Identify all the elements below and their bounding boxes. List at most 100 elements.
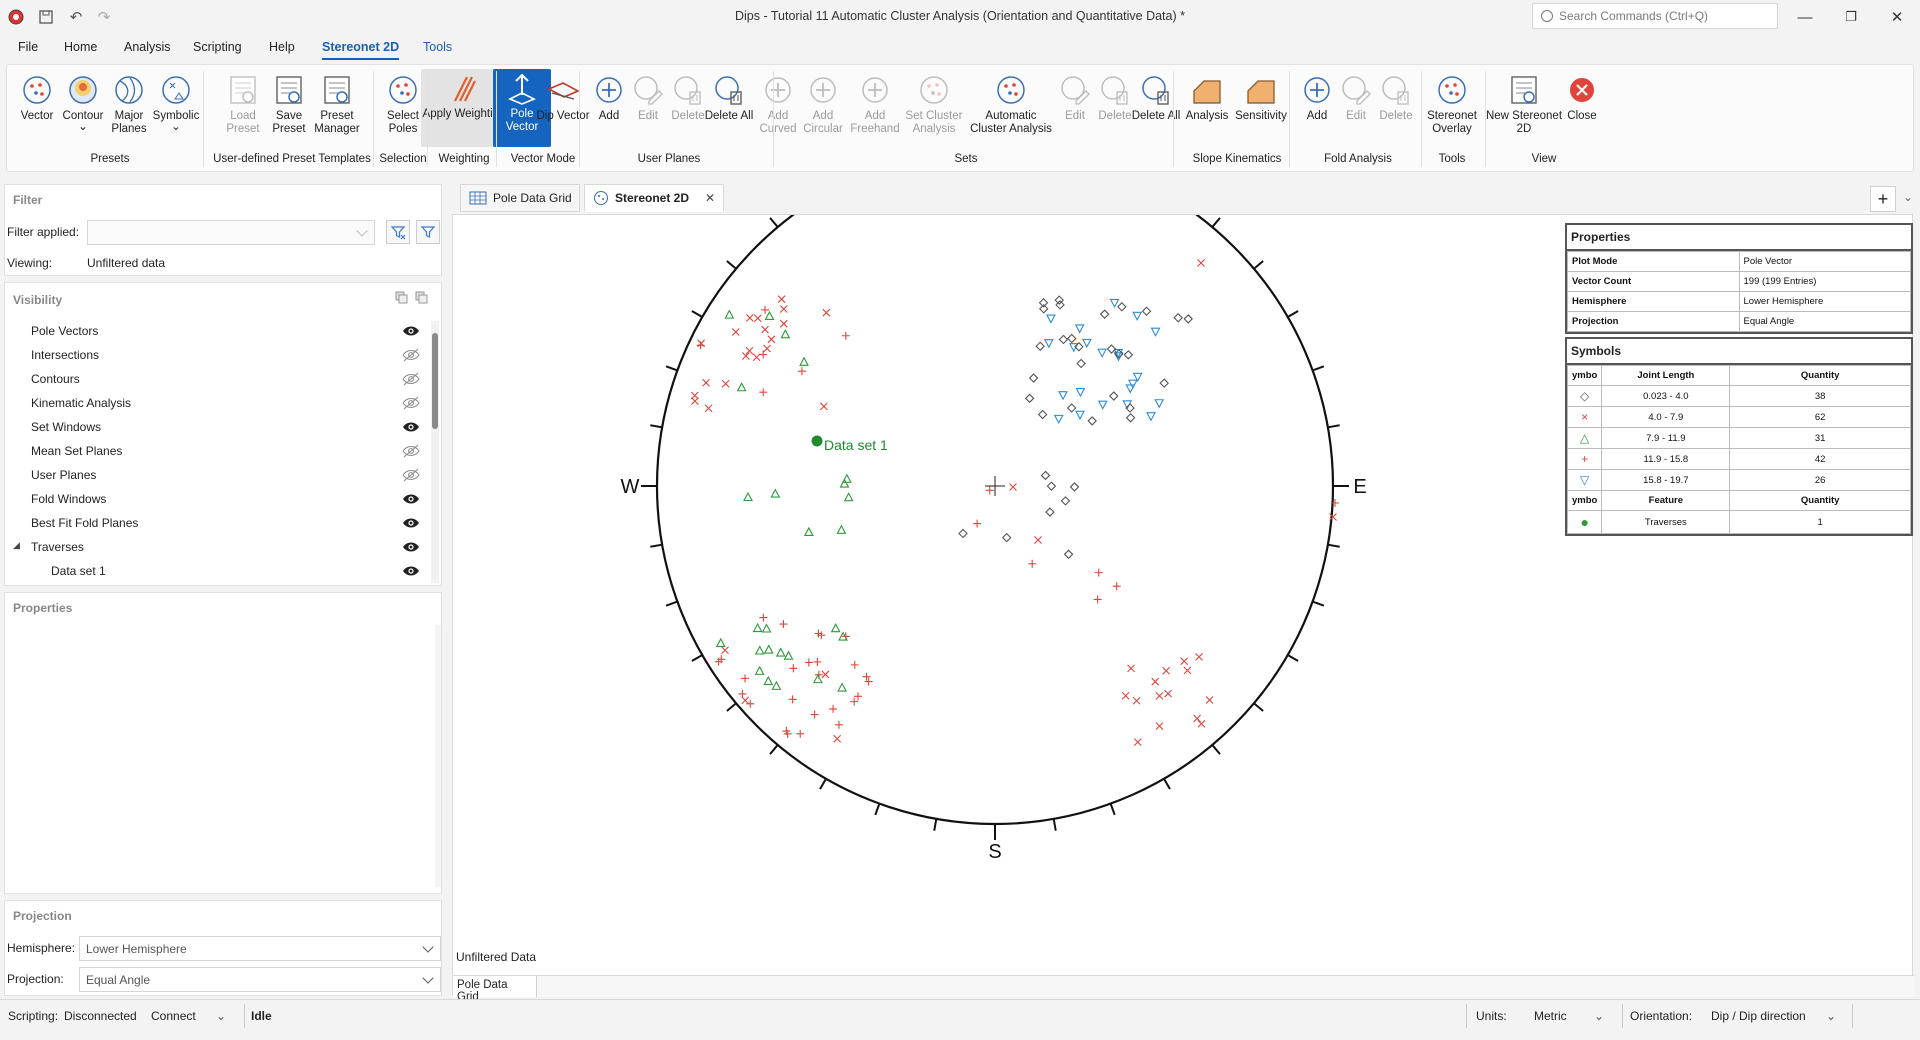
menu-analysis[interactable]: Analysis	[124, 40, 171, 54]
menu-tools[interactable]: Tools	[423, 40, 452, 54]
eye-icon[interactable]	[402, 516, 420, 530]
new-tab-button[interactable]: +	[1870, 186, 1896, 212]
dip-vector-icon	[547, 82, 580, 100]
dip-vector-button[interactable]: Dip Vector	[534, 73, 592, 123]
visibility-item-intersections[interactable]: Intersections	[5, 343, 425, 367]
visibility-item-set-windows[interactable]: Set Windows	[5, 415, 425, 439]
pole-symbol	[1058, 334, 1069, 345]
contour-button[interactable]: Contour ⌄	[61, 73, 105, 133]
pole-symbol	[741, 674, 750, 683]
visibility-item-data-set-1[interactable]: Data set 1	[5, 559, 425, 583]
symbols-row: ▽ 15.8 - 19.7 26	[1566, 469, 1911, 491]
stereonet-view[interactable]: NSEWData set 1 Unfiltered Data Pole Data…	[452, 214, 1914, 1003]
minimize-button[interactable]: —	[1782, 0, 1828, 34]
center-crosshair	[985, 476, 1005, 496]
visibility-item-label: Contours	[31, 372, 80, 386]
preset-manager-button[interactable]: Preset Manager	[308, 73, 366, 136]
tab-pole-data-grid[interactable]: Pole Data Grid	[460, 184, 580, 212]
tab-stereonet-2d[interactable]: Stereonet 2D ✕	[584, 184, 724, 212]
set-cluster-analysis-button[interactable]: Set Cluster Analysis	[891, 73, 977, 136]
properties-scrollbar[interactable]	[435, 625, 441, 887]
button-label: Preset Manager	[314, 110, 360, 135]
pole-symbol	[797, 367, 806, 376]
delete-all-button[interactable]: Delete All	[1127, 73, 1185, 123]
symbol-glyph: ×	[1566, 406, 1603, 428]
visibility-item-mean-set-planes[interactable]: Mean Set Planes	[5, 439, 425, 463]
filter-button[interactable]	[416, 220, 440, 244]
expand-triangle-icon[interactable]: ◢	[13, 540, 20, 551]
add-button[interactable]: Add	[587, 73, 631, 123]
add-button[interactable]: Add	[1295, 73, 1339, 123]
edit-button[interactable]: Edit	[1053, 73, 1097, 123]
search-commands-input[interactable]: Search Commands (Ctrl+Q)	[1532, 3, 1778, 29]
major-planes-button[interactable]: Major Planes	[100, 73, 158, 136]
eye-icon[interactable]	[402, 324, 420, 338]
pole-symbol	[1046, 481, 1057, 491]
hemisphere-dropdown[interactable]: Lower Hemisphere	[79, 936, 441, 961]
orientation-dropdown[interactable]: Dip / Dip direction	[1711, 1009, 1806, 1023]
close-button[interactable]: Close	[1560, 73, 1604, 123]
chevron-down-icon[interactable]: ⌄	[216, 1009, 226, 1023]
clear-filter-button[interactable]	[386, 220, 410, 244]
restore-button[interactable]: ❐	[1828, 0, 1874, 34]
pole-symbol	[1034, 536, 1042, 544]
feature-row: ● Traverses 1	[1566, 510, 1911, 534]
pole-symbol	[759, 388, 768, 397]
eye-icon[interactable]	[402, 420, 420, 434]
visibility-item-kinematic-analysis[interactable]: Kinematic Analysis	[5, 391, 425, 415]
new-stereonet-2d-button[interactable]: New Stereonet 2D	[1481, 73, 1567, 136]
vector-button[interactable]: Vector	[15, 73, 59, 123]
pole-symbol	[1141, 306, 1152, 317]
chevron-down-icon[interactable]: ⌄	[1826, 1009, 1836, 1023]
visibility-item-traverses[interactable]: Traverses ◢	[5, 535, 425, 559]
pole-symbol	[775, 647, 786, 657]
vector-icon	[23, 76, 51, 104]
visibility-scrollbar[interactable]	[431, 321, 439, 583]
eye-icon[interactable]	[402, 492, 420, 506]
automatic-cluster-analysis-button[interactable]: Automatic Cluster Analysis	[968, 73, 1054, 136]
units-dropdown[interactable]: Metric	[1534, 1009, 1567, 1023]
tick-mark	[1109, 803, 1116, 816]
add-circular-button[interactable]: Add Circular	[794, 73, 852, 136]
visibility-item-best-fit-fold-planes[interactable]: Best Fit Fold Planes	[5, 511, 425, 535]
menu-stereonet-2d[interactable]: Stereonet 2D	[322, 40, 400, 60]
edit-button[interactable]: Edit	[626, 73, 670, 123]
bottom-tab-pole-data-grid[interactable]: Pole Data Grid	[453, 976, 537, 1003]
symbols-header-cell: Joint Length	[1601, 365, 1731, 386]
window-close-button[interactable]: ✕	[1874, 0, 1920, 34]
visibility-item-contours[interactable]: Contours	[5, 367, 425, 391]
connect-dropdown[interactable]: Connect	[151, 1009, 196, 1023]
visibility-item-fold-windows[interactable]: Fold Windows	[5, 487, 425, 511]
properties-header: Properties	[13, 601, 73, 615]
filter-applied-dropdown[interactable]	[87, 220, 375, 245]
symbols-legend-title: Symbols	[1567, 339, 1911, 365]
eye-icon[interactable]	[402, 564, 420, 578]
collapse-all-icon[interactable]	[395, 291, 409, 305]
menu-help[interactable]: Help	[269, 40, 295, 54]
eye-hidden-icon[interactable]	[402, 468, 420, 482]
eye-hidden-icon[interactable]	[402, 396, 420, 410]
tick-mark	[769, 744, 779, 755]
tab-close-icon[interactable]: ✕	[705, 191, 715, 205]
projection-dropdown[interactable]: Equal Angle	[79, 967, 441, 992]
scrollbar-thumb[interactable]	[432, 333, 438, 429]
expand-all-icon[interactable]	[415, 291, 429, 305]
eye-icon[interactable]	[402, 540, 420, 554]
menu-scripting[interactable]: Scripting	[193, 40, 242, 54]
menu-file[interactable]: File	[18, 40, 38, 54]
symbol-cell: 15.8 - 19.7	[1601, 469, 1731, 491]
visibility-item-pole-vectors[interactable]: Pole Vectors	[5, 319, 425, 343]
symbols-row: ◇ 0.023 - 4.0 38	[1566, 385, 1911, 407]
tabs-overflow-icon[interactable]: ⌄	[1903, 190, 1913, 204]
eye-hidden-icon[interactable]	[402, 348, 420, 362]
edit-button[interactable]: Edit	[1334, 73, 1378, 123]
visibility-item-user-planes[interactable]: User Planes	[5, 463, 425, 487]
chevron-down-icon[interactable]: ⌄	[1594, 1009, 1604, 1023]
eye-hidden-icon[interactable]	[402, 444, 420, 458]
eye-hidden-icon[interactable]	[402, 372, 420, 386]
sensitivity-button[interactable]: Sensitivity	[1232, 73, 1290, 123]
symbolic-button[interactable]: Symbolic ⌄	[153, 73, 199, 133]
analysis-button[interactable]: Analysis	[1185, 73, 1229, 123]
menu-home[interactable]: Home	[64, 40, 97, 54]
feature-glyph: ●	[1566, 510, 1603, 534]
